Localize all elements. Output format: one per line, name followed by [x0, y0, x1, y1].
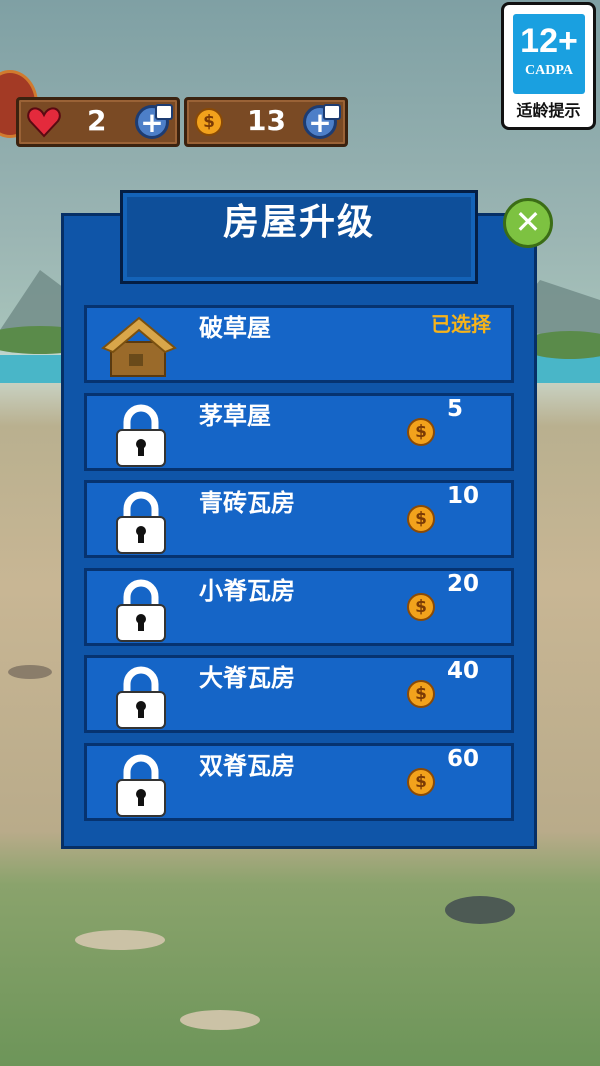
lives-counter: 2 +	[16, 97, 180, 147]
close-icon: ✕	[514, 203, 542, 241]
house-item-selected[interactable]: 破草屋 已选择	[84, 305, 514, 383]
lock-icon	[116, 404, 166, 467]
house-price: 5	[447, 396, 464, 422]
video-tag-icon	[323, 104, 341, 120]
house-name: 小脊瓦房	[199, 577, 295, 605]
age-rating-icon: 12+ CADPA	[513, 14, 585, 94]
video-tag-icon	[155, 104, 173, 120]
dialog-title: 房屋升级	[222, 202, 375, 243]
add-coins-button[interactable]: +	[303, 104, 341, 139]
house-name: 双脊瓦房	[199, 752, 295, 780]
house-price: 10	[447, 483, 480, 509]
house-price: 60	[447, 746, 480, 772]
age-rating-org: CADPA	[525, 63, 573, 78]
coin-icon: $	[407, 418, 435, 446]
coin-icon: $	[407, 593, 435, 621]
lock-icon	[116, 579, 166, 642]
selected-status: 已选择	[431, 312, 491, 336]
house-item-locked[interactable]: 小脊瓦房 $ 20	[84, 568, 514, 646]
house-price: 40	[447, 658, 480, 684]
house-name: 破草屋	[199, 314, 271, 342]
house-name: 大脊瓦房	[199, 664, 295, 692]
house-item-locked[interactable]: 青砖瓦房 $ 10	[84, 480, 514, 558]
lock-icon	[116, 754, 166, 817]
house-name: 茅草屋	[199, 402, 271, 430]
house-item-locked[interactable]: 大脊瓦房 $ 40	[84, 655, 514, 733]
coins-value: 13	[247, 104, 286, 137]
coin-icon: $	[407, 680, 435, 708]
add-lives-button[interactable]: +	[135, 104, 173, 139]
coin-icon: $	[407, 768, 435, 796]
age-rating-badge: 12+ CADPA 适龄提示	[501, 2, 596, 130]
coin-icon: $	[407, 505, 435, 533]
straw-hut-icon	[101, 316, 177, 377]
house-price: 20	[447, 571, 480, 597]
dialog-title-bar: 房屋升级	[120, 190, 478, 284]
house-name: 青砖瓦房	[199, 489, 295, 517]
coin-icon: $	[195, 108, 223, 136]
house-item-locked[interactable]: 茅草屋 $ 5	[84, 393, 514, 471]
age-rating-number: 12+	[520, 22, 578, 60]
heart-icon	[27, 107, 61, 138]
lives-value: 2	[87, 104, 107, 137]
coins-counter: $ 13 +	[184, 97, 348, 147]
age-rating-tip: 适龄提示	[516, 101, 581, 120]
lock-icon	[116, 666, 166, 729]
close-button[interactable]: ✕	[503, 198, 553, 248]
lock-icon	[116, 491, 166, 554]
house-item-locked[interactable]: 双脊瓦房 $ 60	[84, 743, 514, 821]
